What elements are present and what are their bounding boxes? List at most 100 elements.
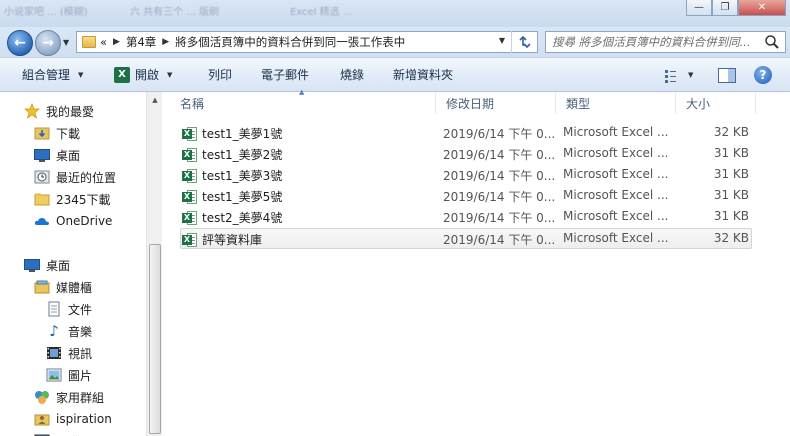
email-button[interactable]: 電子郵件 [261,58,309,91]
pane-splitter[interactable] [162,92,170,436]
file-name-cell: X test1_美夢3號 [182,167,432,184]
help-button[interactable]: ? [754,66,772,84]
file-type: Microsoft Excel ... [563,146,669,160]
column-header-size[interactable]: 大小 [676,92,756,114]
burn-label: 燒錄 [340,68,365,82]
open-button[interactable]: X 開啟 ▼ [114,58,172,91]
file-type: Microsoft Excel ... [563,167,669,181]
nav-computer[interactable]: 電腦 [34,430,80,436]
file-row-selected[interactable]: X 評等資料庫 2019/6/14 下午 0... Microsoft Exce… [180,228,752,249]
nav-item-label: 視訊 [68,346,93,361]
search-input[interactable] [546,32,758,52]
excel-file-icon: X [182,189,198,205]
nav-libraries[interactable]: 媒體櫃 [34,276,92,298]
background-tab-3: Excel 精选 ... [290,7,353,17]
burn-button[interactable]: 燒錄 [340,58,364,91]
nav-item-label: 圖片 [68,368,93,383]
view-dropdown-icon[interactable]: ▼ [688,71,693,79]
scrollbar-thumb[interactable] [149,244,161,434]
file-size: 31 KB [713,209,749,223]
preview-pane-icon[interactable] [718,68,736,83]
nav-favorites[interactable]: 我的最愛 [24,100,94,122]
nav-item-label: 最近的位置 [56,170,117,185]
file-row[interactable]: X test2_美夢4號 2019/6/14 下午 0... Microsoft… [180,206,752,227]
address-bar[interactable]: « ▶ 第4章 ▶ 將多個活頁簿中的資料合併到同一張工作表中 ▼ [76,31,538,53]
search-icon[interactable] [764,34,780,50]
nav-item-desktop[interactable]: 桌面 [34,144,80,166]
nav-item-videos[interactable]: 視訊 [46,342,92,364]
breadcrumb-current-folder[interactable]: 將多個活頁簿中的資料合併到同一張工作表中 [175,34,405,50]
nav-item-onedrive[interactable]: OneDrive [34,210,112,232]
refresh-button[interactable] [511,31,538,53]
column-header-label: 修改日期 [446,96,495,111]
file-row[interactable]: X test1_美夢1號 2019/6/14 下午 0... Microsoft… [180,122,752,143]
sort-ascending-icon: ▲ [299,88,305,96]
nav-item-label: 2345下載 [56,192,111,207]
open-label: 開啟 [135,68,160,82]
breadcrumb-chapter4[interactable]: 第4章 [126,34,156,50]
homegroup-icon [34,389,50,405]
recent-pages-dropdown-icon[interactable]: ▼ [63,38,69,47]
nav-item-downloads[interactable]: 下載 [34,122,80,144]
print-button[interactable]: 列印 [208,58,232,91]
column-header-label: 大小 [686,96,711,111]
nav-homegroup[interactable]: 家用群組 [34,386,104,408]
excel-icon: X [114,66,130,83]
column-header-label: 類型 [566,96,591,111]
nav-item-2345-downloads[interactable]: 2345下載 [34,188,111,210]
column-header-type[interactable]: 類型 [556,92,676,114]
minimize-icon: — [694,2,704,13]
file-type: Microsoft Excel ... [563,209,669,223]
file-date: 2019/6/14 下午 0... [443,233,555,247]
picture-icon [46,367,62,383]
nav-item-label: 文件 [68,302,93,317]
file-row[interactable]: X test1_美夢5號 2019/6/14 下午 0... Microsoft… [180,185,752,206]
breadcrumb-overflow[interactable]: « [100,35,107,49]
nav-item-music[interactable]: ♪ 音樂 [46,320,92,342]
recent-places-icon [34,169,50,185]
nav-item-documents[interactable]: 文件 [46,298,92,320]
organize-button[interactable]: 組合管理 ▼ [22,58,83,91]
breadcrumb-separator-icon[interactable]: ▶ [113,37,120,47]
maximize-button[interactable]: ❐ [712,0,738,16]
excel-file-icon: X [182,126,198,142]
change-view-icon[interactable] [665,69,683,83]
back-button[interactable]: ← [7,30,33,56]
forward-button[interactable]: → [35,30,61,56]
music-note-icon: ♪ [49,322,59,340]
back-arrow-icon: ← [14,35,26,51]
file-list: ▲ 名稱 修改日期 類型 大小 X test1_美夢1號 2019/6/14 下… [170,88,790,436]
nav-favorites-label: 我的最愛 [46,104,95,119]
file-row[interactable]: X test1_美夢2號 2019/6/14 下午 0... Microsoft… [180,143,752,164]
nav-user-folder[interactable]: ispiration [34,408,112,430]
nav-item-recent-places[interactable]: 最近的位置 [34,166,116,188]
address-dropdown-icon[interactable]: ▼ [499,36,505,45]
film-icon [46,345,62,361]
folder-icon [34,191,50,207]
breadcrumb-separator-icon[interactable]: ▶ [162,37,169,47]
file-row[interactable]: X test1_美夢3號 2019/6/14 下午 0... Microsoft… [180,164,752,185]
column-header-date[interactable]: 修改日期 [436,92,556,114]
scroll-up-icon[interactable]: ▲ [147,92,163,108]
help-icon: ? [759,68,767,82]
file-date: 2019/6/14 下午 0... [443,148,555,162]
file-date: 2019/6/14 下午 0... [443,190,555,204]
excel-file-icon: X [182,232,198,248]
navigation-pane: 我的最愛 下載 桌面 最近的位置 2345下載 OneDrive 桌面 媒體櫃 … [0,92,148,436]
nav-item-pictures[interactable]: 圖片 [46,364,92,386]
chevron-down-icon: ▼ [78,70,84,79]
file-date: 2019/6/14 下午 0... [443,169,555,183]
navpane-scrollbar[interactable]: ▲ [146,92,162,436]
file-size: 31 KB [713,167,749,181]
file-name: 評等資料庫 [202,233,263,247]
search-box [545,31,786,53]
close-button[interactable]: ✕ [738,0,786,16]
column-header-name[interactable]: ▲ 名稱 [170,88,436,114]
new-folder-button[interactable]: 新增資料夾 [393,58,453,91]
folder-icon [82,36,96,48]
nav-desktop[interactable]: 桌面 [24,254,70,276]
minimize-button[interactable]: — [686,0,712,16]
breadcrumb: « ▶ 第4章 ▶ 將多個活頁簿中的資料合併到同一張工作表中 [100,34,405,50]
nav-user-label: ispiration [56,412,112,426]
user-folder-icon [34,411,50,427]
